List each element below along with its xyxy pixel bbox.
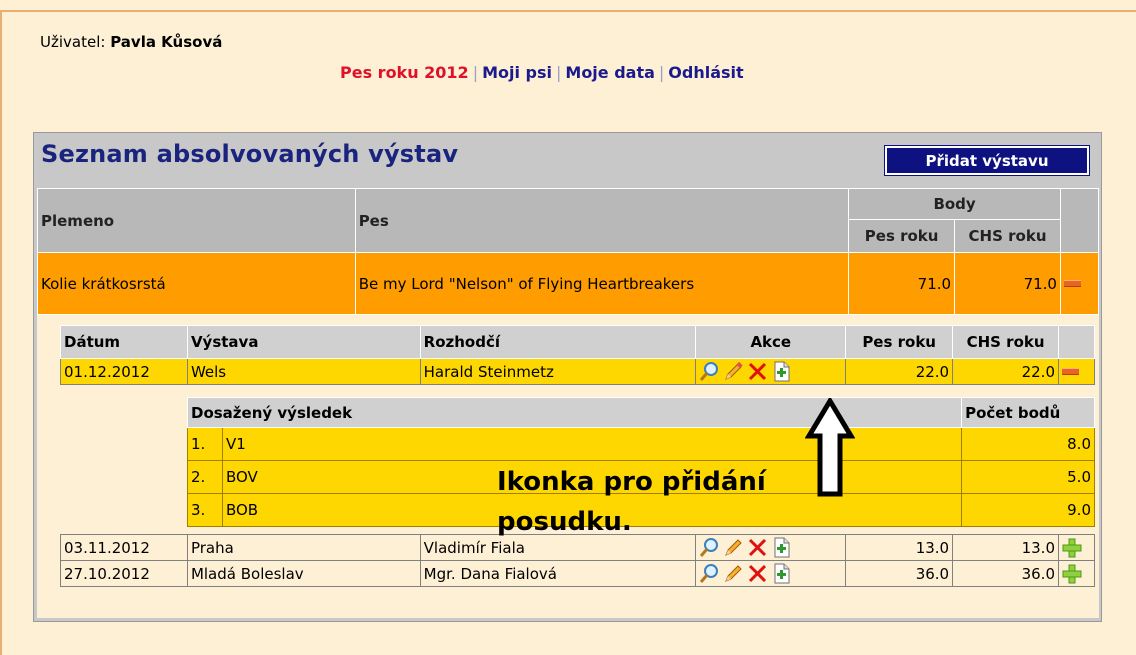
dogs-table: Plemeno Pes Body Pes roku CHS roku Kolie…	[37, 188, 1100, 315]
magnifier-icon[interactable]	[699, 537, 720, 558]
show-actions	[695, 358, 847, 385]
results-table: Dosažený výsledek Počet bodů 1. V1 8.0 2…	[186, 397, 1095, 527]
panel-content: Plemeno Pes Body Pes roku CHS roku Kolie…	[37, 188, 1100, 618]
show-row: 01.12.2012 Wels Harald Steinmetz 22.0 22…	[60, 358, 1095, 385]
result-points: 9.0	[961, 493, 1095, 527]
nav-moji-psi[interactable]: Moji psi	[482, 63, 552, 82]
pencil-icon[interactable]	[723, 361, 744, 382]
show-date: 27.10.2012	[60, 560, 188, 587]
show-chs-points: 36.0	[952, 560, 1059, 587]
show-name: Mladá Boleslav	[186, 560, 421, 587]
show-chs-points: 13.0	[952, 534, 1059, 561]
result-number: 2.	[187, 460, 223, 494]
col-dog-year: Pes roku	[848, 219, 956, 253]
result-row: 1. V1 8.0	[187, 427, 1095, 461]
magnifier-icon[interactable]	[699, 563, 720, 584]
panel-title: Seznam absolvovaných výstav	[41, 140, 459, 168]
result-row: 3. BOB 9.0	[187, 493, 1095, 527]
add-review-icon[interactable]	[771, 361, 792, 382]
add-show-button[interactable]: Přidat výstavu	[884, 145, 1090, 176]
show-collapse-toggle[interactable]	[1058, 358, 1095, 385]
show-judge: Harald Steinmetz	[419, 358, 697, 385]
nav-moje-data[interactable]: Moje data	[565, 63, 655, 82]
add-review-icon[interactable]	[771, 563, 792, 584]
col-show: Výstava	[186, 325, 421, 359]
minus-icon[interactable]	[1063, 280, 1081, 287]
annotation-line-2: posudku.	[497, 507, 632, 537]
dog-breed: Kolie krátkosrstá	[37, 252, 356, 315]
show-dog-year-points: 36.0	[845, 560, 954, 587]
show-expand-toggle[interactable]	[1058, 560, 1095, 587]
col-actions: Akce	[695, 325, 847, 359]
pencil-icon[interactable]	[723, 563, 744, 584]
col-result-points: Počet bodů	[961, 397, 1095, 428]
col-points: Body	[848, 188, 1061, 220]
annotation-line-1: Ikonka pro přidání	[497, 467, 766, 497]
show-date: 01.12.2012	[60, 358, 188, 385]
show-dog-year-points: 22.0	[845, 358, 954, 385]
show-name: Praha	[186, 534, 421, 561]
shows-panel: Seznam absolvovaných výstav Přidat výsta…	[33, 132, 1102, 622]
show-dog-year-points: 13.0	[845, 534, 954, 561]
delete-icon[interactable]	[747, 361, 768, 382]
plus-icon[interactable]	[1062, 564, 1091, 584]
delete-icon[interactable]	[747, 537, 768, 558]
col-dog: Pes	[354, 188, 850, 253]
nav-odhlasit[interactable]: Odhlásit	[668, 63, 743, 82]
user-info: Uživatel: Pavla Kůsová	[40, 33, 222, 51]
show-row: 27.10.2012 Mladá Boleslav Mgr. Dana Fial…	[60, 560, 1095, 587]
result-points: 8.0	[961, 427, 1095, 461]
show-date: 03.11.2012	[60, 534, 188, 561]
plus-icon[interactable]	[1062, 538, 1091, 558]
result-number: 3.	[187, 493, 223, 527]
pencil-icon[interactable]	[723, 537, 744, 558]
dog-year-points: 71.0	[848, 252, 956, 315]
user-name: Pavla Kůsová	[110, 33, 223, 51]
minus-icon[interactable]	[1062, 368, 1079, 375]
magnifier-icon[interactable]	[699, 361, 720, 382]
arrow-up-icon	[805, 398, 855, 497]
result-points: 5.0	[961, 460, 1095, 494]
add-review-icon[interactable]	[771, 537, 792, 558]
nav-pes-roku[interactable]: Pes roku 2012	[340, 63, 469, 82]
show-name: Wels	[186, 358, 421, 385]
user-label: Uživatel:	[40, 33, 106, 51]
col-show-chs-year: CHS roku	[952, 325, 1059, 359]
collapse-toggle[interactable]	[1059, 252, 1100, 315]
show-chs-points: 22.0	[952, 358, 1059, 385]
show-judge: Mgr. Dana Fialová	[419, 560, 697, 587]
dog-name: Be my Lord "Nelson" of Flying Heartbreak…	[354, 252, 850, 315]
show-actions	[695, 560, 847, 587]
show-judge: Vladimír Fiala	[419, 534, 697, 561]
col-chs-year: CHS roku	[954, 219, 1061, 253]
show-actions	[695, 534, 847, 561]
col-breed: Plemeno	[37, 188, 356, 253]
show-row: 03.11.2012 Praha Vladimír Fiala 13.0 13.…	[60, 534, 1095, 561]
col-show-dog-year: Pes roku	[845, 325, 954, 359]
delete-icon[interactable]	[747, 563, 768, 584]
col-date: Dátum	[60, 325, 188, 359]
dog-row: Kolie krátkosrstá Be my Lord "Nelson" of…	[37, 252, 1100, 315]
show-expand-toggle[interactable]	[1058, 534, 1095, 561]
top-nav: Pes roku 2012 | Moji psi | Moje data | Odhlási…	[340, 63, 744, 82]
dog-chs-points: 71.0	[954, 252, 1061, 315]
col-judge: Rozhodčí	[419, 325, 697, 359]
result-number: 1.	[187, 427, 223, 461]
